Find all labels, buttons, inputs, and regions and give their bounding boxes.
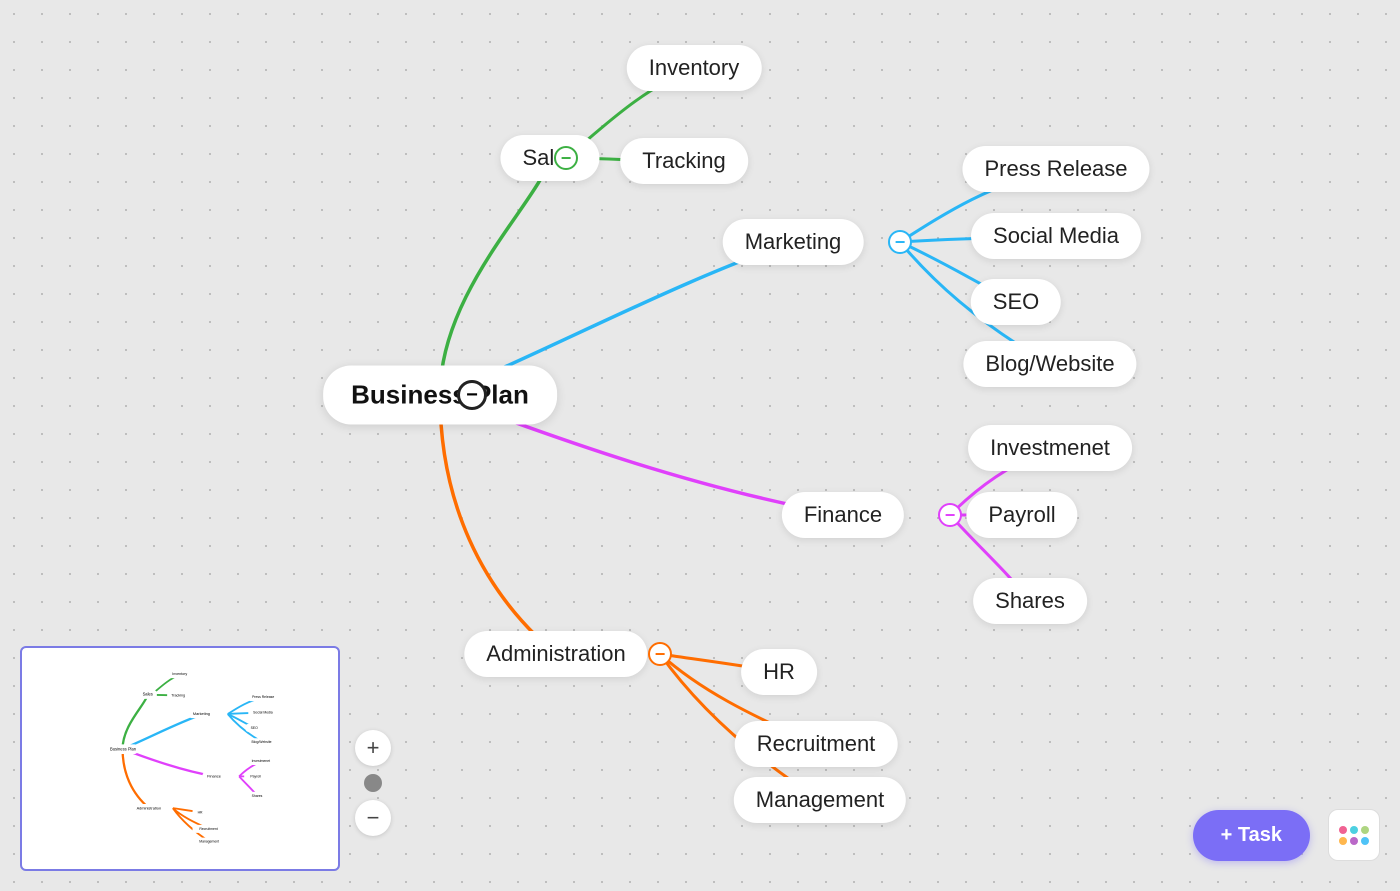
- node-management[interactable]: Management: [734, 777, 906, 823]
- node-sales[interactable]: Sales: [500, 135, 599, 181]
- node-shares[interactable]: Shares: [973, 578, 1087, 624]
- node-label-management: Management: [756, 787, 884, 812]
- node-label-blog-website: Blog/Website: [985, 351, 1114, 376]
- svg-text:Payroll: Payroll: [250, 774, 261, 778]
- svg-text:Marketing: Marketing: [193, 711, 210, 716]
- node-hr[interactable]: HR: [741, 649, 817, 695]
- node-marketing[interactable]: Marketing: [723, 219, 864, 265]
- node-seo[interactable]: SEO: [971, 279, 1061, 325]
- zoom-out-button[interactable]: −: [355, 800, 391, 836]
- node-payroll[interactable]: Payroll: [966, 492, 1077, 538]
- node-tracking[interactable]: Tracking: [620, 138, 748, 184]
- node-label-business-plan: Business Plan: [351, 380, 529, 410]
- svg-text:Shares: Shares: [252, 794, 263, 798]
- mind-map-canvas: Business Plan − Sales − Inventory Tracki…: [0, 0, 1400, 891]
- task-button-label: + Task: [1221, 824, 1282, 847]
- svg-text:Tracking: Tracking: [171, 694, 185, 698]
- svg-text:Sales: Sales: [143, 692, 153, 697]
- zoom-dot: [364, 774, 382, 792]
- svg-text:Administration: Administration: [137, 805, 162, 810]
- node-label-administration: Administration: [486, 641, 625, 666]
- minimap-svg: Business Plan Sales Inventory Tracking M…: [22, 648, 340, 871]
- svg-text:Inventory: Inventory: [172, 672, 187, 676]
- node-label-seo: SEO: [993, 289, 1039, 314]
- collapse-administration[interactable]: −: [648, 642, 672, 666]
- node-investmenet[interactable]: Investmenet: [968, 425, 1132, 471]
- zoom-controls: + −: [355, 730, 391, 836]
- svg-text:Business Plan: Business Plan: [110, 746, 137, 751]
- node-label-hr: HR: [763, 659, 795, 684]
- node-press-release[interactable]: Press Release: [962, 146, 1149, 192]
- collapse-business-plan[interactable]: −: [457, 380, 487, 410]
- svg-text:Management: Management: [199, 840, 219, 844]
- add-task-button[interactable]: + Task: [1193, 810, 1310, 861]
- node-inventory[interactable]: Inventory: [627, 45, 762, 91]
- node-label-payroll: Payroll: [988, 502, 1055, 527]
- node-social-media[interactable]: Social Media: [971, 213, 1141, 259]
- node-label-recruitment: Recruitment: [757, 731, 876, 756]
- svg-text:Finance: Finance: [207, 774, 221, 779]
- node-label-press-release: Press Release: [984, 156, 1127, 181]
- svg-text:Press Release: Press Release: [252, 695, 274, 699]
- node-label-tracking: Tracking: [642, 148, 726, 173]
- node-blog-website[interactable]: Blog/Website: [963, 341, 1136, 387]
- node-label-investmenet: Investmenet: [990, 435, 1110, 460]
- svg-text:SEO: SEO: [251, 726, 259, 730]
- zoom-in-button[interactable]: +: [355, 730, 391, 766]
- node-label-finance: Finance: [804, 502, 882, 527]
- node-business-plan[interactable]: Business Plan: [323, 366, 557, 425]
- node-label-marketing: Marketing: [745, 229, 842, 254]
- node-finance[interactable]: Finance: [782, 492, 904, 538]
- collapse-finance[interactable]: −: [938, 503, 962, 527]
- svg-text:Recruitment: Recruitment: [199, 827, 217, 831]
- node-label-social-media: Social Media: [993, 223, 1119, 248]
- grid-view-button[interactable]: [1328, 809, 1380, 861]
- svg-text:HR: HR: [198, 810, 203, 814]
- node-label-shares: Shares: [995, 588, 1065, 613]
- collapse-marketing[interactable]: −: [888, 230, 912, 254]
- node-label-inventory: Inventory: [649, 55, 740, 80]
- minimap: Business Plan Sales Inventory Tracking M…: [20, 646, 340, 871]
- grid-icon: [1339, 826, 1369, 845]
- svg-text:Social Media: Social Media: [253, 711, 273, 715]
- node-recruitment[interactable]: Recruitment: [735, 721, 898, 767]
- svg-text:Blog/Website: Blog/Website: [252, 740, 272, 744]
- node-administration[interactable]: Administration: [464, 631, 647, 677]
- svg-text:Investmenet: Investmenet: [252, 759, 271, 763]
- collapse-sales[interactable]: −: [554, 146, 578, 170]
